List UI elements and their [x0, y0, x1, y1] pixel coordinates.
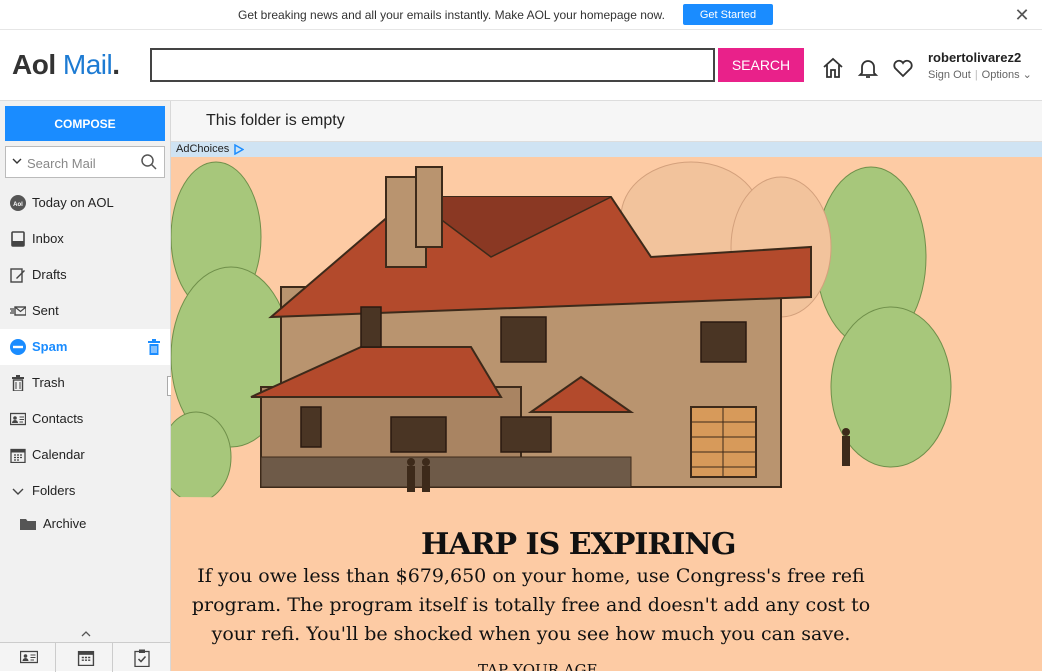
sidebar-item-label: Inbox — [32, 231, 64, 246]
sidebar-item-archive[interactable]: Archive — [0, 506, 170, 542]
calendar-shortcut-button[interactable] — [57, 643, 113, 672]
search-button[interactable]: SEARCH — [718, 48, 804, 82]
contacts-icon — [20, 650, 38, 664]
search-mail-placeholder: Search Mail — [27, 156, 96, 171]
chevron-up-icon[interactable] — [81, 630, 91, 638]
sidebar-item-sent[interactable]: Sent — [0, 293, 170, 329]
spam-icon — [10, 339, 26, 355]
sign-out-link[interactable]: Sign Out — [928, 69, 971, 81]
clipboard-check-icon — [134, 649, 150, 667]
sidebar-item-label: Spam — [32, 339, 68, 354]
advertisement[interactable]: HARP IS EXPIRING If you owe less than $6… — [171, 157, 1042, 671]
house-illustration — [171, 161, 1042, 522]
get-started-button[interactable]: Get Started — [683, 4, 773, 25]
aol-mail-logo[interactable]: Aol Mail. — [12, 49, 120, 81]
chevron-down-icon[interactable]: ⌄ — [1020, 69, 1032, 81]
chevron-down-icon[interactable] — [10, 483, 26, 499]
contacts-shortcut-button[interactable] — [0, 643, 56, 672]
sidebar-item-label: Sent — [32, 303, 59, 318]
logo-aol-text: Aol — [12, 49, 56, 80]
compose-button[interactable]: COMPOSE — [5, 106, 165, 141]
header: Aol Mail. SEARCH robertolivarez2 Sign Ou… — [0, 30, 1042, 101]
username: robertolivarez2 — [928, 50, 1022, 65]
sidebar-item-contacts[interactable]: Contacts — [0, 401, 170, 437]
promo-text: Get breaking news and all your emails in… — [238, 8, 665, 22]
logo-dot: . — [112, 49, 120, 80]
sidebar-item-label: Archive — [43, 516, 87, 531]
sidebar-item-calendar[interactable]: Calendar — [0, 437, 170, 473]
adchoices-label[interactable]: AdChoices — [176, 143, 229, 155]
calendar-icon — [77, 650, 95, 666]
sidebar-item-inbox[interactable]: Inbox — [0, 221, 170, 257]
adchoices-icon[interactable] — [233, 144, 244, 155]
folder-status-bar: This folder is empty — [171, 101, 1042, 142]
ad-headline: HARP IS EXPIRING — [421, 527, 736, 562]
search-icon[interactable] — [140, 153, 158, 171]
folder-icon — [20, 519, 36, 530]
sidebar-item-label: Trash — [32, 375, 65, 390]
logo-mail-text: Mail — [62, 49, 113, 80]
home-icon[interactable] — [821, 56, 845, 80]
user-links: Sign Out | Options ⌄ — [928, 68, 1032, 81]
sidebar-item-spam[interactable]: Spam — [0, 329, 170, 365]
bell-icon[interactable] — [856, 56, 880, 80]
sidebar-item-label: Drafts — [32, 267, 67, 282]
heart-icon[interactable] — [891, 56, 915, 80]
search-mail-input[interactable]: Search Mail — [5, 146, 165, 178]
calendar-icon — [10, 448, 26, 463]
sidebar-item-drafts[interactable]: Drafts — [0, 257, 170, 293]
ad-body: If you owe less than $679,650 on your ho… — [191, 565, 871, 645]
search-input[interactable] — [150, 48, 715, 82]
close-icon[interactable]: ✕ — [1012, 5, 1032, 25]
sidebar-item-today-on-aol[interactable]: Aol Today on AOL — [0, 185, 170, 221]
sidebar-item-label: Today on AOL — [32, 195, 114, 210]
sidebar: COMPOSE Search Mail Aol Today on AOL Inb… — [0, 101, 172, 672]
ad-cta[interactable]: TAP YOUR AGE — [478, 661, 598, 671]
options-link[interactable]: Options — [982, 69, 1020, 81]
sent-icon — [10, 306, 26, 316]
sidebar-item-folders[interactable]: Folders — [0, 473, 170, 509]
svg-text:Aol: Aol — [13, 202, 23, 208]
sidebar-item-trash[interactable]: Trash — [0, 365, 170, 401]
sidebar-item-label: Folders — [32, 483, 76, 498]
promo-bar: Get breaking news and all your emails in… — [0, 0, 1042, 30]
sidebar-bottom-toolbar — [0, 642, 170, 672]
separator: | — [974, 69, 978, 81]
empty-folder-message: This folder is empty — [206, 112, 345, 129]
sidebar-item-label: Calendar — [32, 447, 85, 462]
inbox-icon — [11, 231, 25, 247]
empty-spam-trash-icon[interactable] — [147, 339, 161, 355]
trash-icon — [12, 375, 24, 391]
adchoices-bar[interactable]: AdChoices — [171, 142, 1042, 157]
chevron-down-icon[interactable] — [12, 156, 22, 166]
contacts-icon — [10, 412, 26, 426]
aol-icon: Aol — [10, 195, 26, 211]
sidebar-item-label: Contacts — [32, 411, 84, 426]
tasks-shortcut-button[interactable] — [114, 643, 170, 672]
tree-right — [815, 166, 952, 468]
drafts-icon — [10, 268, 25, 283]
